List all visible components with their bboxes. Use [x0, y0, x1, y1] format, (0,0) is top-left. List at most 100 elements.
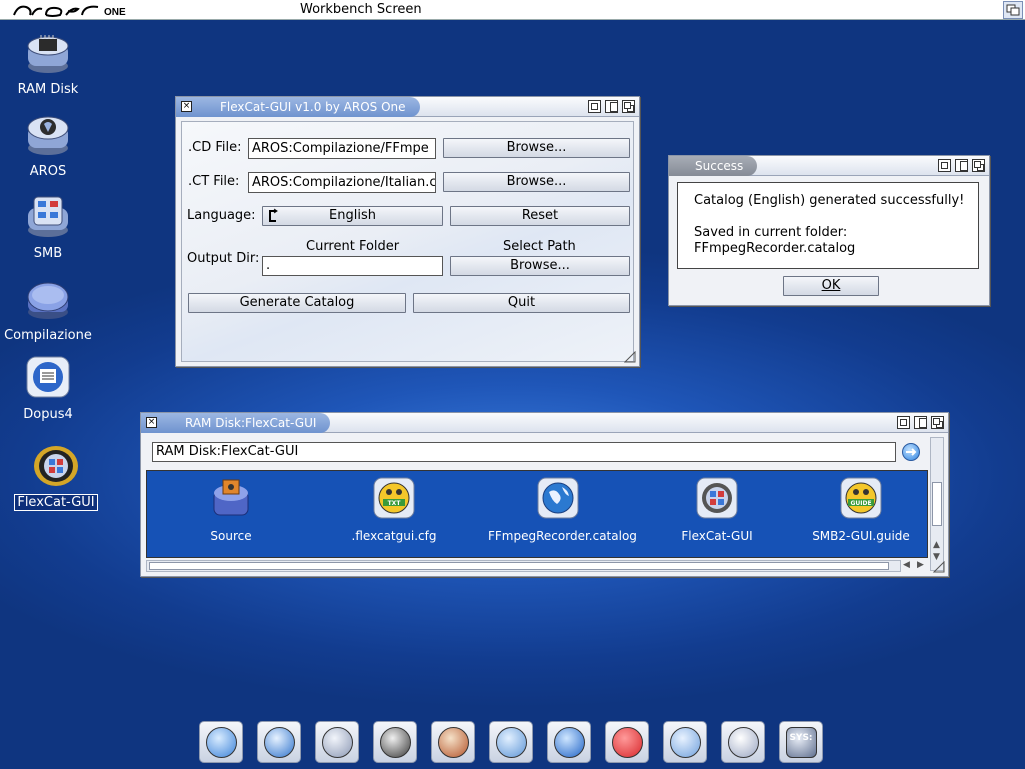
desktop-icon-label: SMB: [33, 246, 63, 261]
scroll-right-icon[interactable]: ▶: [917, 561, 924, 570]
generate-catalog-button[interactable]: Generate Catalog: [188, 293, 406, 313]
quit-button[interactable]: Quit: [413, 293, 630, 313]
svg-text:ONE: ONE: [104, 7, 126, 17]
txt-icon: TXT: [373, 477, 415, 519]
file-label: SMB2-GUI.guide: [812, 529, 910, 543]
desktop-icon-aros[interactable]: AROS: [0, 112, 96, 179]
window-title-tab: RAM Disk:FlexCat-GUI: [141, 413, 331, 433]
window-title: RAM Disk:FlexCat-GUI: [185, 416, 317, 430]
window-title-bar[interactable]: FlexCat-GUI v1.0 by AROS One ×: [176, 97, 639, 117]
depth-icon[interactable]: [972, 159, 985, 172]
file-label: FlexCat-GUI: [681, 529, 753, 543]
dock-magnifier[interactable]: [199, 721, 243, 763]
refresh-icon: [554, 727, 585, 758]
screen-depth-button[interactable]: [1003, 1, 1023, 19]
ok-button[interactable]: OK: [783, 276, 879, 296]
dock-monitor[interactable]: [489, 721, 533, 763]
screen-title: Workbench Screen: [300, 2, 422, 17]
output-dir-field[interactable]: .: [262, 256, 443, 276]
window-title-bar[interactable]: Success: [669, 156, 989, 176]
scroll-up-icon[interactable]: ▲: [933, 541, 940, 550]
horizontal-scrollbar[interactable]: [146, 560, 901, 572]
window-title: FlexCat-GUI v1.0 by AROS One: [220, 100, 406, 114]
iconify-icon[interactable]: [897, 416, 910, 429]
desktop-icon-flexcat-gui[interactable]: FlexCat-GUI: [8, 442, 104, 511]
search-settings-icon: [322, 727, 353, 758]
go-button[interactable]: [902, 443, 920, 461]
resize-icon[interactable]: [624, 351, 636, 363]
file-icon-flexcat-gui[interactable]: FlexCat-GUI: [647, 477, 787, 543]
language-label: Language:: [187, 208, 256, 223]
desktop-icon-compilazione[interactable]: Compilazione: [0, 276, 96, 343]
path-field[interactable]: RAM Disk:FlexCat-GUI: [152, 442, 896, 462]
cd-file-label: .CD File:: [188, 140, 242, 155]
file-icon-source[interactable]: Source: [161, 477, 301, 543]
arrow-right-icon: [906, 448, 917, 456]
output-dir-label: Output Dir:: [187, 251, 260, 266]
ct-file-field[interactable]: AROS:Compilazione/Italian.c: [248, 172, 436, 193]
ram-disk-icon: [25, 30, 71, 76]
depth-icon[interactable]: [931, 416, 944, 429]
scroll-knob[interactable]: [149, 562, 889, 570]
dock-sys[interactable]: SYS:: [779, 721, 823, 763]
file-label: Source: [210, 529, 252, 543]
ct-file-label: .CT File:: [188, 174, 240, 189]
zoom-icon[interactable]: [955, 159, 968, 172]
file-icon-catalog[interactable]: FFmpegRecorder.catalog: [488, 477, 637, 543]
sys-icon-label: SYS:: [789, 733, 813, 743]
desktop-icon-label: Compilazione: [4, 328, 92, 343]
multimedia-icon: [380, 727, 411, 758]
dock-display[interactable]: [257, 721, 301, 763]
icon-area[interactable]: Source TXT .flexcatgui.cfg FFmpegRecorde…: [146, 470, 928, 558]
scroll-left-icon[interactable]: ◀: [903, 561, 910, 570]
flexcat-gui-window: FlexCat-GUI v1.0 by AROS One × .CD File:…: [175, 96, 640, 367]
close-icon[interactable]: ×: [181, 101, 192, 112]
shell-icon: [670, 727, 701, 758]
iconify-icon[interactable]: [588, 100, 601, 113]
cd-browse-button[interactable]: Browse...: [443, 138, 630, 158]
screen-title-bar: ONE Workbench Screen: [0, 0, 1025, 20]
dock-tribal-mask[interactable]: [431, 721, 475, 763]
desktop-icon-dopus4[interactable]: Dopus4: [0, 355, 96, 422]
zoom-icon[interactable]: [605, 100, 618, 113]
desktop-icon-label: Dopus4: [23, 407, 73, 422]
guide-icon: GUIDE: [840, 477, 882, 519]
dock-power[interactable]: [605, 721, 649, 763]
desktop-icon-label: RAM Disk: [17, 82, 79, 97]
cd-file-field[interactable]: AROS:Compilazione/FFmpe: [248, 138, 436, 159]
file-icon-smb2-guide[interactable]: GUIDE SMB2-GUI.guide: [791, 477, 931, 543]
file-icon-flexcatgui-cfg[interactable]: TXT .flexcatgui.cfg: [324, 477, 464, 543]
drive-icon: [25, 276, 71, 322]
desktop-icon-ram-disk[interactable]: RAM Disk: [0, 30, 96, 97]
dock-shell[interactable]: [663, 721, 707, 763]
desktop-icon-label: AROS: [29, 164, 67, 179]
desktop-icon-label: FlexCat-GUI: [14, 494, 98, 511]
file-label: FFmpegRecorder.catalog: [488, 529, 637, 543]
monitor-icon: [496, 727, 527, 758]
reset-button[interactable]: Reset: [450, 206, 630, 226]
ct-browse-button[interactable]: Browse...: [443, 172, 630, 192]
dock-refresh[interactable]: [547, 721, 591, 763]
iconify-icon[interactable]: [938, 159, 951, 172]
dock-mascot[interactable]: [721, 721, 765, 763]
window-title-tab: Success: [669, 156, 758, 176]
flexcat-form: .CD File: AROS:Compilazione/FFmpe Browse…: [181, 121, 634, 362]
power-icon: [612, 727, 643, 758]
vertical-scrollbar[interactable]: ▲ ▼: [930, 437, 944, 571]
message-panel: Catalog (English) generated successfully…: [677, 182, 979, 269]
zoom-icon[interactable]: [914, 416, 927, 429]
dock-multimedia[interactable]: [373, 721, 417, 763]
language-cycle[interactable]: English: [262, 206, 443, 226]
ram-disk-drawer-window: RAM Disk:FlexCat-GUI × RAM Disk:FlexCat-…: [140, 412, 949, 577]
scroll-knob[interactable]: [932, 482, 942, 526]
resize-icon[interactable]: [933, 561, 945, 573]
close-icon[interactable]: ×: [146, 417, 157, 428]
current-folder-label: Current Folder: [306, 239, 400, 254]
desktop-icon-smb[interactable]: SMB: [0, 194, 96, 261]
aros-one-logo: ONE: [13, 5, 126, 17]
window-title-bar[interactable]: RAM Disk:FlexCat-GUI ×: [141, 413, 948, 433]
output-browse-button[interactable]: Browse...: [450, 256, 630, 276]
depth-icon[interactable]: [622, 100, 635, 113]
dock-search-settings[interactable]: [315, 721, 359, 763]
success-dialog: Success Catalog (English) generated succ…: [668, 155, 990, 306]
